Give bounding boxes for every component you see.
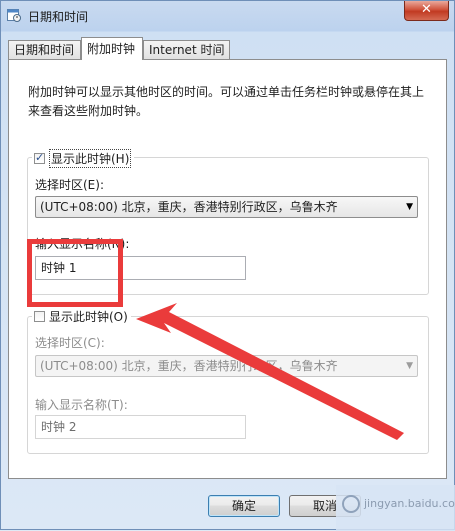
title-bar[interactable]: 日期和时间 ✕ (1, 1, 454, 31)
clock1-checkbox[interactable] (34, 151, 45, 164)
clock2-name-value: 时钟 2 (41, 420, 77, 434)
chevron-down-icon: ▼ (406, 202, 413, 212)
clock2-checkbox-label: 显示此时钟(O) (49, 310, 128, 324)
description-text: 附加时钟可以显示其他时区的时间。可以通过单击任务栏时钟或悬停在其上来查看这些附加… (28, 85, 425, 118)
clock2-legend[interactable]: 显示此时钟(O) (32, 308, 131, 325)
clock2-timezone-value: (UTC+08:00) 北京，重庆，香港特别行政区，乌鲁木齐 (40, 359, 338, 373)
clock2-checkbox[interactable] (34, 311, 45, 322)
tab-date-time[interactable]: 日期和时间 (8, 40, 81, 59)
clock2-name-label: 输入显示名称(T): (35, 398, 128, 412)
clock2-timezone-select[interactable]: (UTC+08:00) 北京，重庆，香港特别行政区，乌鲁木齐 ▼ (35, 355, 418, 377)
ok-button[interactable]: 确定 (208, 495, 280, 517)
clock2-timezone-label: 选择时区(C): (35, 336, 105, 350)
clock1-timezone-label: 选择时区(E): (35, 178, 104, 192)
calendar-clock-icon (7, 9, 21, 22)
close-icon: ✕ (421, 2, 432, 17)
dialog-window: 日期和时间 ✕ 日期和时间 附加时钟 Internet 时间 附加时钟可以显示其… (0, 0, 455, 531)
baidu-paw-icon (342, 495, 360, 513)
clock1-timezone-select[interactable]: (UTC+08:00) 北京，重庆，香港特别行政区，乌鲁木齐 ▼ (35, 196, 418, 218)
tab-internet-time[interactable]: Internet 时间 (143, 40, 230, 59)
clock2-name-input[interactable]: 时钟 2 (35, 415, 246, 439)
close-button[interactable]: ✕ (404, 1, 449, 21)
ok-label: 确定 (231, 499, 256, 513)
tab-label: 日期和时间 (14, 43, 75, 57)
watermark-text: jingyan.baidu.com (364, 497, 455, 510)
clock1-legend[interactable]: 显示此时钟(H) (32, 149, 135, 168)
clock1-timezone-value: (UTC+08:00) 北京，重庆，香港特别行政区，乌鲁木齐 (40, 200, 338, 214)
clock1-checkbox-label: 显示此时钟(H) (49, 149, 132, 168)
tab-additional-clocks[interactable]: 附加时钟 (81, 37, 143, 60)
tab-label: Internet 时间 (149, 43, 225, 57)
tab-label: 附加时钟 (87, 42, 136, 56)
annotation-highlight-box (27, 239, 123, 307)
cancel-label: 取消 (312, 499, 337, 513)
window-title: 日期和时间 (28, 10, 89, 24)
watermark: jingyan.baidu.com (336, 485, 455, 531)
chevron-down-icon: ▼ (406, 361, 413, 371)
